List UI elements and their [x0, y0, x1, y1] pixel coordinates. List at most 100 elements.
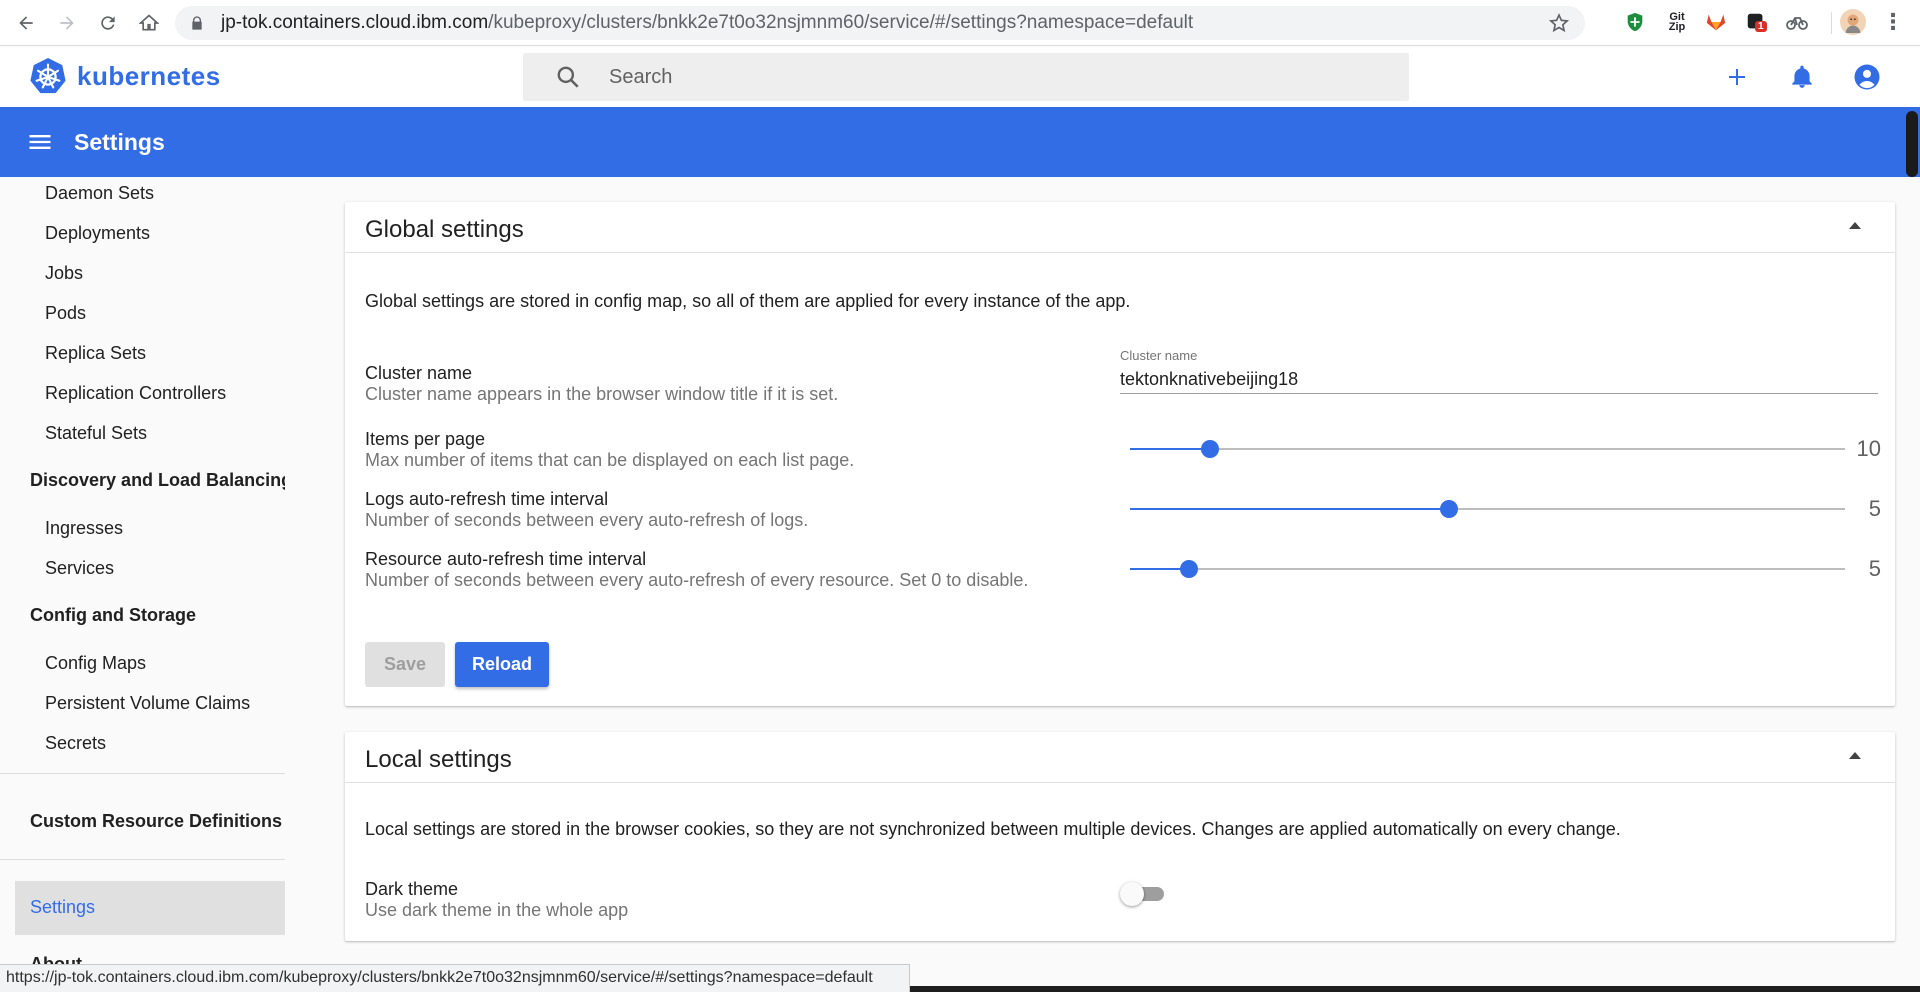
notifications-button[interactable] [1786, 61, 1818, 93]
items-per-page-label: Items per page [365, 429, 486, 449]
taskbar-edge [910, 986, 1920, 992]
sidebar-item-stateful-sets[interactable]: Stateful Sets [45, 423, 147, 444]
sidebar-item-persistent-volume-claims[interactable]: Persistent Volume Claims [45, 693, 250, 714]
local-settings-description: Local settings are stored in the browser… [365, 819, 1621, 839]
forward-button[interactable] [52, 8, 82, 38]
sidebar-item-jobs[interactable]: Jobs [45, 263, 83, 284]
dark-theme-help: Use dark theme in the whole app [365, 900, 629, 920]
refresh-icon [101, 15, 115, 30]
shield-extension-icon[interactable] [1622, 9, 1648, 35]
cluster-name-field-label: Cluster name [1120, 348, 1198, 363]
toggle-knob[interactable] [1120, 882, 1144, 906]
sidebar-item-about[interactable]: About [30, 954, 82, 964]
logs-refresh-label: Logs auto-refresh time interval [365, 489, 609, 509]
search-icon [557, 66, 579, 88]
resource-refresh-label: Resource auto-refresh time interval [365, 549, 647, 569]
local-settings-card: Local settings Local settings are stored… [345, 732, 1895, 941]
browser-menu-icon[interactable]: ⋮ [1880, 9, 1906, 35]
slider-thumb[interactable] [1180, 560, 1199, 578]
sidebar-item-daemon-sets[interactable]: Daemon Sets [45, 183, 154, 204]
sidebar-nav: Daemon Sets Deployments Jobs Pods Replic… [0, 177, 285, 964]
kubernetes-wheel-icon [30, 57, 66, 94]
collapse-arrow-icon[interactable] [1849, 752, 1861, 759]
sidebar-item-secrets[interactable]: Secrets [45, 733, 106, 754]
logs-refresh-slider[interactable] [1130, 499, 1845, 519]
slider-thumb[interactable] [1439, 500, 1458, 518]
search-box[interactable] [523, 53, 1409, 101]
resource-refresh-help: Number of seconds between every auto-ref… [365, 570, 1029, 590]
extension-badge: 1 [1755, 21, 1767, 32]
search-input[interactable] [609, 65, 1389, 89]
cluster-name-help: Cluster name appears in the browser wind… [365, 384, 839, 404]
home-button[interactable] [134, 8, 164, 38]
collapse-arrow-icon[interactable] [1849, 222, 1861, 229]
bike-extension-icon[interactable] [1784, 9, 1810, 35]
app-header: kubernetes [0, 47, 1920, 107]
plus-icon [1729, 69, 1745, 85]
global-settings-header[interactable]: Global settings [345, 202, 1895, 253]
profile-avatar[interactable] [1840, 9, 1866, 35]
items-per-page-value: 10 [1856, 436, 1881, 461]
slider-fill [1130, 508, 1449, 510]
arrow-right-icon [60, 15, 74, 30]
address-bar[interactable]: jp-tok.containers.cloud.ibm.com/kubeprox… [175, 6, 1585, 40]
account-button[interactable] [1851, 61, 1883, 93]
dark-theme-toggle[interactable] [1120, 882, 1166, 906]
url-path: /kubeproxy/clusters/bnkk2e7t0o32nsjmnm60… [488, 12, 1194, 33]
resource-refresh-slider[interactable] [1130, 559, 1845, 579]
sidebar-category-config-storage[interactable]: Config and Storage [30, 605, 196, 626]
hamburger-menu-icon[interactable] [26, 128, 54, 156]
cluster-name-input[interactable] [1120, 366, 1878, 394]
global-settings-description: Global settings are stored in config map… [365, 291, 1131, 311]
sidebar-divider [0, 859, 285, 860]
items-per-page-slider[interactable] [1130, 439, 1845, 459]
sidebar-item-label: Settings [30, 897, 96, 917]
sidebar-item-ingresses[interactable]: Ingresses [45, 518, 123, 539]
reload-page-button[interactable] [93, 8, 123, 38]
page-toolbar: Settings [0, 107, 1920, 177]
slider-thumb[interactable] [1201, 440, 1220, 458]
sidebar-category-discovery[interactable]: Discovery and Load Balancing [30, 470, 285, 491]
lock-icon [192, 16, 202, 30]
slider-track [1130, 448, 1845, 450]
bell-icon [1792, 65, 1812, 88]
sidebar-item-settings[interactable]: Settings [15, 881, 285, 935]
notification-extension-icon[interactable]: 1 [1743, 9, 1769, 35]
slider-track [1130, 568, 1845, 570]
browser-toolbar: jp-tok.containers.cloud.ibm.com/kubeprox… [0, 0, 1920, 46]
sidebar-item-pods[interactable]: Pods [45, 303, 86, 324]
save-button[interactable]: Save [365, 642, 445, 687]
items-per-page-help: Max number of items that can be displaye… [365, 450, 855, 470]
logo-text: kubernetes [77, 60, 221, 91]
scrollbar-thumb[interactable] [1906, 111, 1918, 177]
url-text: jp-tok.containers.cloud.ibm.com/kubeprox… [221, 12, 1193, 34]
global-settings-card: Global settings Global settings are stor… [345, 202, 1895, 706]
back-button[interactable] [11, 8, 41, 38]
reload-button[interactable]: Reload [455, 642, 549, 687]
local-settings-header[interactable]: Local settings [345, 732, 1895, 783]
sidebar-item-services[interactable]: Services [45, 558, 114, 579]
resource-refresh-value: 5 [1868, 556, 1881, 581]
arrow-left-icon [19, 15, 33, 30]
link-status-bar: https://jp-tok.containers.cloud.ibm.com/… [0, 964, 910, 992]
sidebar-item-config-maps[interactable]: Config Maps [45, 653, 146, 674]
sidebar-item-crd[interactable]: Custom Resource Definitions [30, 811, 282, 832]
gitzip-extension-icon[interactable]: Git Zip [1664, 9, 1690, 35]
global-settings-title: Global settings [365, 216, 524, 243]
logs-refresh-help: Number of seconds between every auto-ref… [365, 510, 809, 530]
sidebar-item-replication-controllers[interactable]: Replication Controllers [45, 383, 226, 404]
bookmark-star-icon[interactable] [1549, 13, 1569, 33]
slider-fill [1130, 448, 1211, 450]
cluster-name-label: Cluster name [365, 363, 473, 383]
sidebar-item-deployments[interactable]: Deployments [45, 223, 150, 244]
dark-theme-label: Dark theme [365, 879, 459, 899]
kubernetes-logo[interactable]: kubernetes [29, 57, 221, 95]
gitlab-extension-icon[interactable] [1703, 9, 1729, 35]
local-settings-title: Local settings [365, 746, 512, 773]
account-circle-icon [1854, 64, 1880, 90]
sidebar-item-replica-sets[interactable]: Replica Sets [45, 343, 146, 364]
url-host: jp-tok.containers.cloud.ibm.com [221, 12, 489, 33]
toolbar-divider [1831, 12, 1832, 34]
logs-refresh-value: 5 [1868, 496, 1881, 521]
create-button[interactable] [1721, 61, 1753, 93]
